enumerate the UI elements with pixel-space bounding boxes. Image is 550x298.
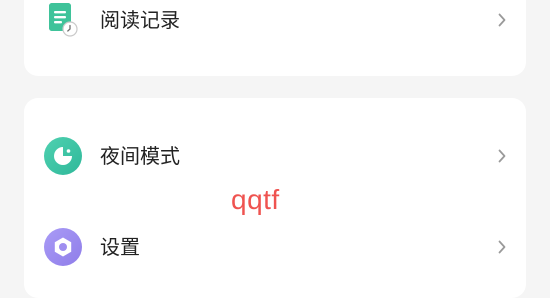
watermark-text: qqtf xyxy=(231,184,280,215)
menu-card-top: 阅读记录 xyxy=(24,0,526,76)
chevron-right-icon xyxy=(496,148,508,164)
moon-icon xyxy=(44,137,82,175)
chevron-right-icon xyxy=(496,239,508,255)
chevron-right-icon xyxy=(496,12,508,28)
menu-item-reading-history[interactable]: 阅读记录 xyxy=(24,0,526,48)
menu-item-settings[interactable]: 设置 xyxy=(24,219,526,275)
menu-item-label: 设置 xyxy=(100,235,140,259)
menu-item-label: 阅读记录 xyxy=(100,8,180,32)
hexagon-gear-icon xyxy=(44,228,82,266)
menu-item-label: 夜间模式 xyxy=(100,144,180,168)
menu-item-night-mode[interactable]: 夜间模式 xyxy=(24,128,526,184)
document-clock-icon xyxy=(44,1,82,39)
